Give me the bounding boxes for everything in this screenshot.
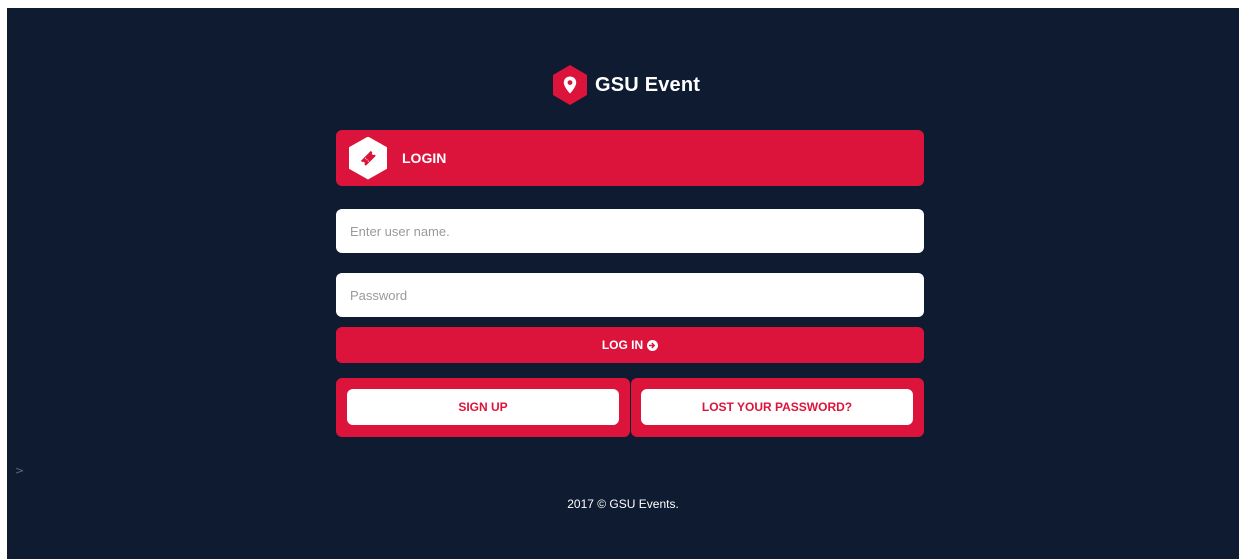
login-button-label: LOG IN [601, 338, 644, 352]
ticket-icon [360, 150, 376, 166]
password-input[interactable] [336, 273, 924, 317]
brand-logo [553, 65, 587, 105]
login-page: > GSU Event LOGIN LOG IN [7, 8, 1239, 559]
map-pin-icon [563, 76, 577, 94]
login-header: LOGIN [336, 130, 924, 186]
lost-password-panel: LOST YOUR PASSWORD? [631, 378, 924, 437]
signup-button[interactable]: SIGN UP [347, 389, 619, 425]
brand: GSU Event [553, 63, 700, 107]
login-button[interactable]: LOG IN [336, 327, 924, 363]
arrow-circle-right-icon [647, 339, 659, 351]
login-header-badge [349, 136, 387, 180]
brand-title: GSU Event [595, 73, 701, 96]
lost-password-button[interactable]: LOST YOUR PASSWORD? [641, 389, 913, 425]
username-input[interactable] [336, 209, 924, 253]
stray-mark: > [15, 464, 25, 477]
footer-copyright: 2017 © GSU Events. [567, 497, 679, 511]
signup-panel: SIGN UP [336, 378, 630, 437]
login-header-title: LOGIN [402, 150, 447, 166]
